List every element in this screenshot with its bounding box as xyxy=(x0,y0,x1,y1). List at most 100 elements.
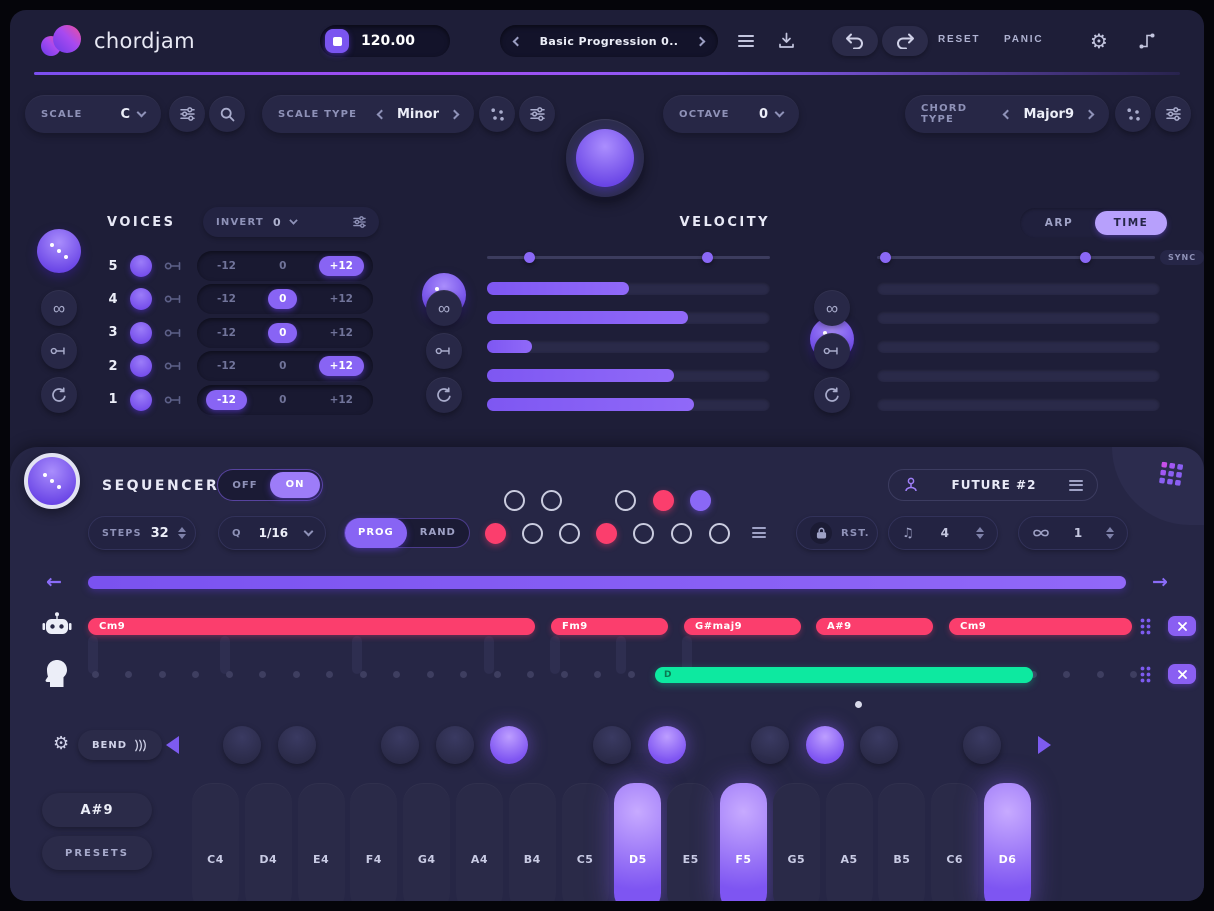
chord-type-prev-icon[interactable] xyxy=(1002,109,1013,119)
velocity-bar-track[interactable] xyxy=(487,311,770,324)
redo-button[interactable] xyxy=(882,26,928,56)
voice-toggle[interactable] xyxy=(130,388,152,411)
note-step-dot[interactable] xyxy=(158,671,166,678)
step-dot[interactable] xyxy=(614,489,636,511)
preset-prev-icon[interactable] xyxy=(512,36,523,46)
bend-knob[interactable] xyxy=(490,726,528,764)
tab-time[interactable]: TIME xyxy=(1095,211,1167,235)
menu-icon[interactable] xyxy=(738,35,754,47)
voice-octave-option[interactable]: -12 xyxy=(206,356,247,376)
voices-randomize-knob[interactable] xyxy=(37,229,81,273)
arp-link-button[interactable] xyxy=(814,333,850,369)
chord-track-clear-button[interactable] xyxy=(1168,616,1196,636)
chord-settings-button[interactable] xyxy=(1155,96,1191,132)
piano-key-D6[interactable]: D6 xyxy=(984,783,1031,901)
arp-slider-handle[interactable] xyxy=(1080,251,1091,263)
step-dot[interactable] xyxy=(708,522,730,544)
reset-lock-control[interactable]: RST. xyxy=(796,516,878,550)
search-button[interactable] xyxy=(209,96,245,132)
bend-knob[interactable] xyxy=(381,726,419,764)
note-track-drag-handle[interactable] xyxy=(1140,666,1151,683)
velocity-slider-handle[interactable] xyxy=(702,251,714,263)
head-icon[interactable] xyxy=(44,659,68,691)
bend-settings-gear-icon[interactable]: ⚙ xyxy=(53,735,69,753)
octave-control[interactable]: OCTAVE 0 xyxy=(663,95,799,133)
tab-arp[interactable]: ARP xyxy=(1023,211,1095,235)
bend-knob[interactable] xyxy=(860,726,898,764)
step-dot[interactable] xyxy=(558,522,580,544)
settings-gear-icon[interactable]: ⚙ xyxy=(1090,31,1108,51)
timeline-right-arrow[interactable]: → xyxy=(1152,573,1168,592)
voices-refresh-button[interactable] xyxy=(41,377,77,413)
timeline-left-arrow[interactable]: ← xyxy=(46,573,62,592)
voice-octave-option[interactable]: +12 xyxy=(318,356,364,377)
voice-toggle[interactable] xyxy=(130,355,152,378)
scale-type-prev-icon[interactable] xyxy=(376,109,387,119)
undo-button[interactable] xyxy=(832,26,878,56)
velocity-link-button[interactable] xyxy=(426,333,462,369)
preset-name[interactable]: Basic Progression 0.. xyxy=(540,35,679,48)
piano-key-G4[interactable]: G4 xyxy=(403,783,451,901)
invert-settings-icon[interactable] xyxy=(353,216,366,228)
chord-track-drag-handle[interactable] xyxy=(1140,618,1151,635)
grid-icon[interactable] xyxy=(1158,461,1184,491)
sync-badge[interactable]: SYNC xyxy=(1160,250,1204,265)
note-step-dot[interactable] xyxy=(359,671,367,678)
voice-octave-option[interactable]: +12 xyxy=(319,323,364,343)
bend-knob[interactable] xyxy=(751,726,789,764)
note-step-dot[interactable] xyxy=(1063,671,1070,678)
arp-bar-track[interactable] xyxy=(877,311,1160,324)
note-step-dot[interactable] xyxy=(225,671,233,678)
velocity-bar-track[interactable] xyxy=(487,398,770,411)
voice-octave-option[interactable]: +12 xyxy=(319,289,364,309)
voice-octave-option[interactable]: 0 xyxy=(268,356,297,376)
velocity-bar-track[interactable] xyxy=(487,369,770,382)
tab-rand[interactable]: RAND xyxy=(407,518,469,548)
note-step-dot[interactable] xyxy=(1130,671,1137,678)
note-step-dot[interactable] xyxy=(426,671,434,678)
piano-key-F4[interactable]: F4 xyxy=(350,783,398,901)
voice-octave-option[interactable]: -12 xyxy=(206,389,247,410)
invert-control[interactable]: INVERT 0 xyxy=(203,207,379,237)
chord-type-control[interactable]: CHORD TYPE Major9 xyxy=(905,95,1109,133)
scale-randomize-button[interactable] xyxy=(479,96,515,132)
piano-key-F5[interactable]: F5 xyxy=(720,783,767,901)
piano-key-A4[interactable]: A4 xyxy=(456,783,503,901)
bpm-value[interactable]: 120.00 xyxy=(361,33,415,49)
robot-icon[interactable] xyxy=(42,612,72,642)
scale-filter-button[interactable] xyxy=(169,96,205,132)
voice-octave-option[interactable]: 0 xyxy=(268,256,297,276)
step-dot[interactable] xyxy=(540,489,562,511)
piano-key-D5[interactable]: D5 xyxy=(614,783,662,901)
chord-clip[interactable]: G#maj9 xyxy=(684,618,801,635)
arp-slider-track[interactable] xyxy=(877,255,1155,259)
piano-key-A5[interactable]: A5 xyxy=(825,783,873,901)
voice-link-icon[interactable] xyxy=(164,261,184,271)
voice-toggle[interactable] xyxy=(130,321,152,344)
voice-link-icon[interactable] xyxy=(164,395,184,405)
piano-key-C4[interactable]: C4 xyxy=(192,783,239,901)
chord-clip[interactable]: Cm9 xyxy=(949,618,1132,635)
note-step-dot[interactable] xyxy=(393,671,400,678)
voice-link-icon[interactable] xyxy=(164,328,184,338)
piano-key-E4[interactable]: E4 xyxy=(297,783,345,901)
arp-bar-track[interactable] xyxy=(877,340,1160,353)
note-step-dot[interactable] xyxy=(125,671,132,678)
velocity-infinity-button[interactable]: ∞ xyxy=(426,290,462,326)
bend-knob[interactable] xyxy=(223,726,261,764)
step-dot[interactable] xyxy=(652,489,674,511)
preset-next-icon[interactable] xyxy=(695,36,706,46)
note-step-dot[interactable] xyxy=(1096,671,1104,678)
bend-knob[interactable] xyxy=(648,726,686,764)
note-track-clear-button[interactable] xyxy=(1168,664,1196,684)
note-step-dot[interactable] xyxy=(91,671,99,678)
voice-octave-option[interactable]: 0 xyxy=(268,390,297,410)
page-indicator-dot[interactable] xyxy=(855,701,862,708)
main-knob[interactable] xyxy=(566,119,644,197)
steps-control[interactable]: STEPS 32 xyxy=(88,516,196,550)
step-dot[interactable] xyxy=(521,522,543,544)
bend-knob[interactable] xyxy=(806,726,844,764)
bend-button[interactable]: BEND xyxy=(78,730,162,760)
note-division-control[interactable]: ♫ 4 xyxy=(888,516,998,550)
step-dot[interactable] xyxy=(670,522,692,544)
